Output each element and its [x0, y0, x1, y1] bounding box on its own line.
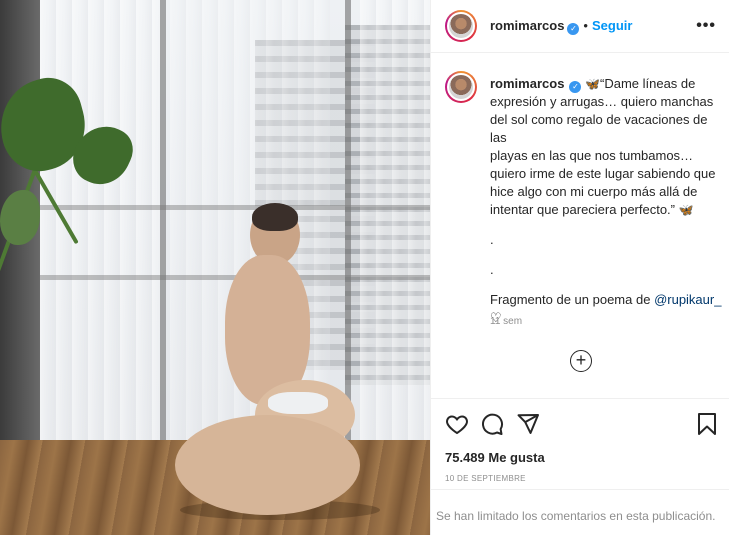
person-legs: [175, 415, 360, 515]
caption-fragment-text: Fragmento de un poema de: [490, 292, 655, 307]
window-frame: [160, 0, 166, 450]
verified-badge-icon: ✓: [569, 81, 582, 93]
mention-link[interactable]: @rupikaur_: [654, 292, 721, 307]
bookmark-icon[interactable]: [696, 412, 718, 439]
caption-area: romimarcos ✓ 🦋“Dame líneas de expresión y…: [431, 53, 729, 398]
caption-line: hice algo con mi cuerpo más allá de: [490, 184, 698, 199]
separator: •: [583, 18, 588, 33]
comment-icon[interactable]: [480, 412, 504, 439]
load-more-comments-button[interactable]: +: [570, 350, 592, 372]
caption-username-link[interactable]: romimarcos: [490, 76, 564, 91]
caption-line: “Dame líneas de: [600, 76, 696, 91]
caption-line: quiero irme de este lugar sabiendo que: [490, 166, 716, 181]
post-side-panel: romimarcos ✓ • Seguir ••• romimarcos ✓ 🦋“Dam…: [430, 0, 729, 535]
caption-avatar[interactable]: [445, 71, 477, 103]
username-link[interactable]: romimarcos: [490, 18, 564, 33]
butterfly-emoji-icon: 🦋: [585, 77, 600, 91]
post-header: romimarcos ✓ • Seguir •••: [431, 0, 729, 53]
window-rail: [40, 205, 430, 210]
more-options-icon[interactable]: •••: [696, 17, 716, 35]
likes-count[interactable]: 75.489 Me gusta: [445, 450, 545, 465]
post-date: 10 DE SEPTIEMBRE: [445, 474, 526, 483]
window-frame: [345, 0, 351, 450]
curtain-left: [40, 0, 160, 450]
person-hair: [252, 203, 298, 231]
post-photo[interactable]: [0, 0, 430, 535]
caption-dot: .: [490, 262, 494, 277]
caption-heart: ♡: [490, 310, 502, 325]
caption-dot: .: [490, 232, 494, 247]
caption-line: expresión y arrugas… quiero manchas: [490, 94, 714, 109]
avatar[interactable]: [445, 10, 477, 42]
caption-line: playas en las que nos tumbamos…: [490, 148, 694, 163]
caption-timestamp[interactable]: 11 sem: [490, 316, 522, 327]
follow-button[interactable]: Seguir: [592, 18, 632, 33]
send-icon[interactable]: [516, 412, 540, 439]
comments-limited-notice: Se han limitado los comentarios en esta …: [436, 509, 716, 523]
caption-text: romimarcos ✓ 🦋“Dame líneas de expresión y…: [490, 75, 722, 327]
heart-icon[interactable]: [445, 412, 469, 439]
butterfly-emoji-icon: 🦋: [678, 203, 694, 217]
verified-badge-icon: ✓: [567, 23, 580, 35]
person-underwear: [268, 392, 328, 414]
caption-line: intentar que pareciera perfecto.”: [490, 202, 675, 217]
comments-footer: Se han limitado los comentarios en esta …: [431, 489, 729, 535]
header-user-line: romimarcos ✓ • Seguir: [490, 18, 632, 35]
action-bar: 75.489 Me gusta 10 DE SEPTIEMBRE: [431, 398, 729, 489]
caption-line: del sol como regalo de vacaciones de las: [490, 112, 708, 145]
curtain-right: [360, 0, 430, 450]
